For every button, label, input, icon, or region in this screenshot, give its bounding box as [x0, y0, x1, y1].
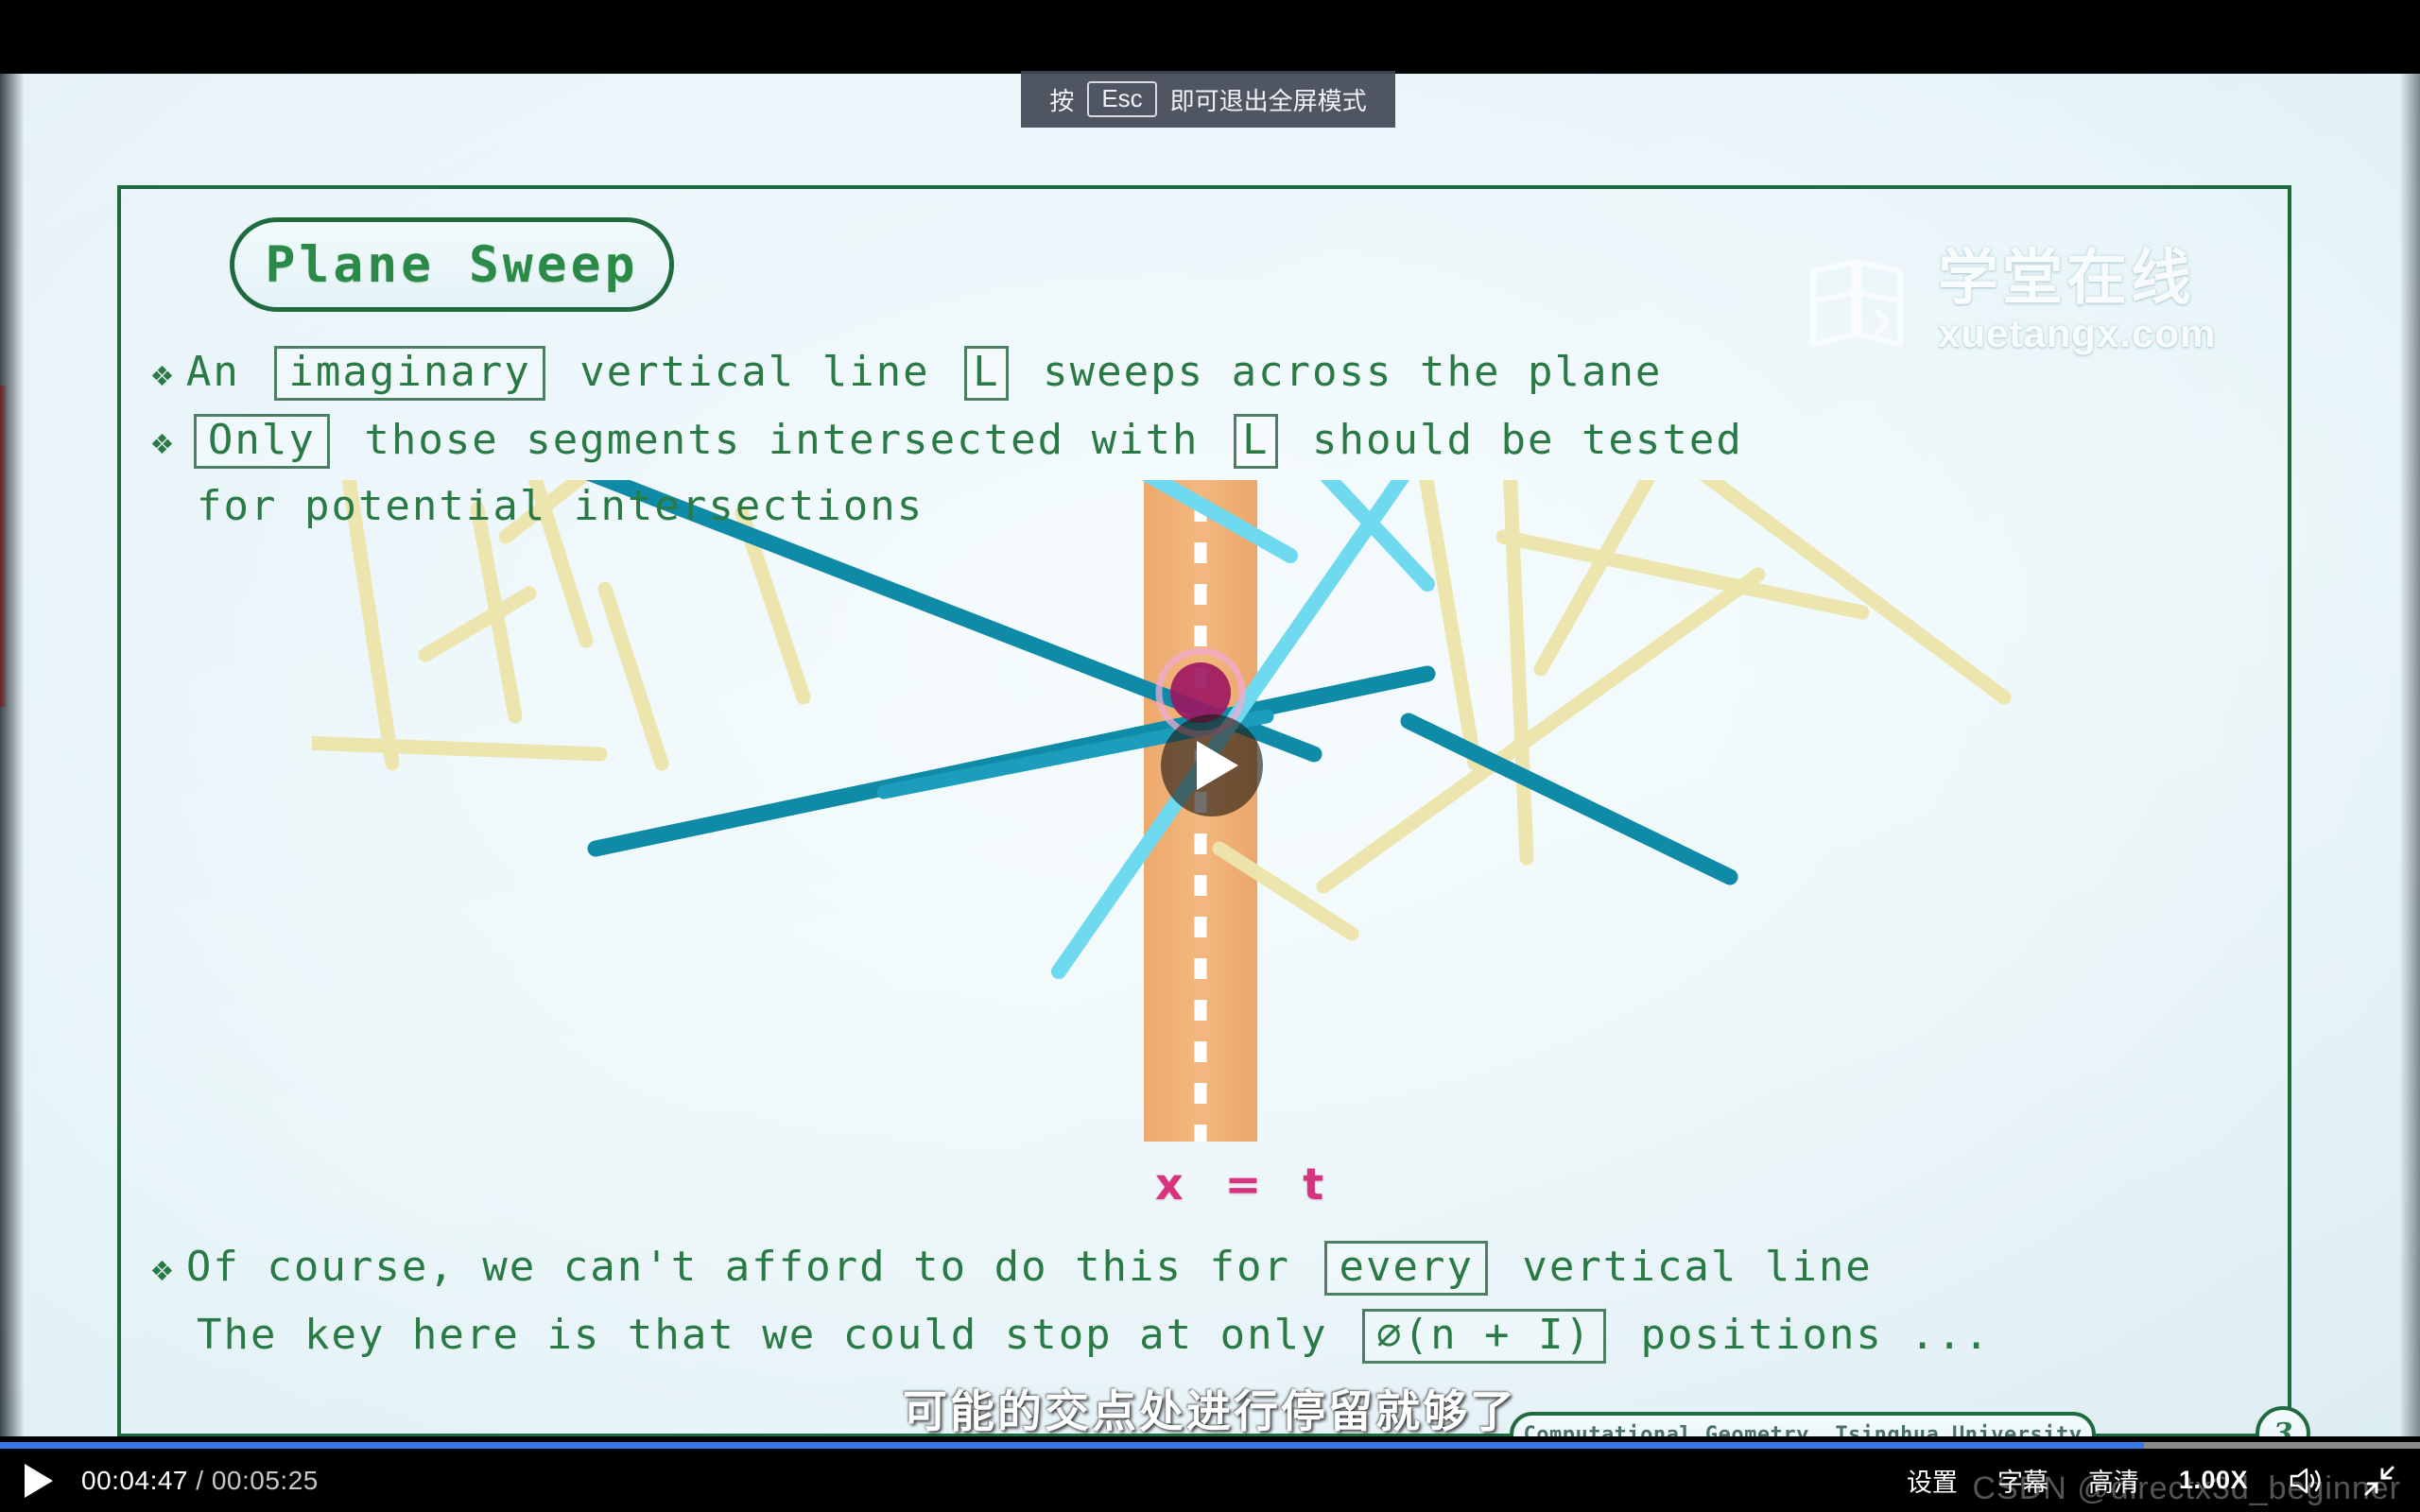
bullet-line: ❖ Of course, we can't afford to do this f… — [151, 1241, 2231, 1297]
slide-edge-shadow-right — [2399, 74, 2420, 1446]
bullet-text: An — [185, 348, 268, 396]
play-button[interactable] — [25, 1463, 53, 1498]
boxed-keyword: Only — [193, 414, 330, 470]
settings-button[interactable]: 设置 — [1907, 1462, 1958, 1499]
progress-bar-fill — [0, 1442, 2145, 1449]
page-title: Plane Sweep — [265, 235, 639, 294]
fullscreen-exit-hint: 按 Esc 即可退出全屏模式 — [1021, 71, 1395, 128]
bullet-line: ❖ An imaginary vertical line L sweeps acr… — [151, 346, 2193, 402]
play-overlay-button[interactable] — [1161, 714, 1263, 816]
boxed-keyword: L — [964, 346, 1009, 402]
time-display: 00:04:47 / 00:05:25 — [81, 1466, 319, 1496]
control-bar-left-group: 00:04:47 / 00:05:25 — [0, 1449, 319, 1512]
slide-edge-shadow-left — [0, 74, 25, 1446]
slide-bullets-bottom: ❖ Of course, we can't afford to do this f… — [151, 1241, 2231, 1377]
playback-speed-button[interactable]: 1.00X — [2179, 1466, 2248, 1495]
video-player-fullscreen: Plane Sweep 学堂在线 xuetangx.com ❖ An imagi… — [0, 0, 2420, 1512]
time-separator: / — [196, 1465, 204, 1495]
video-subtitle-text: 可能的交点处进行停留就够了 — [903, 1386, 1517, 1436]
bullet-diamond-icon: ❖ — [151, 352, 175, 394]
bullet-text: vertical line — [552, 348, 958, 396]
letterbox-top — [0, 0, 2420, 74]
progress-bar-track[interactable] — [0, 1442, 2420, 1449]
play-triangle-icon — [1197, 741, 1238, 790]
bullet-diamond-icon: ❖ — [151, 421, 175, 463]
boxed-keyword: every — [1324, 1241, 1488, 1297]
fullscreen-hint-prefix: 按 — [1049, 86, 1075, 115]
slide-title-pill: Plane Sweep — [230, 217, 674, 312]
sweep-line-label: x = t — [1155, 1159, 1338, 1210]
boxed-keyword: ∅(n + I) — [1362, 1309, 1607, 1365]
bullet-text: those segments intersected with — [337, 416, 1227, 465]
slide-edge-red-artifact — [0, 386, 8, 707]
bullet-text: The key here is that we could stop at on… — [197, 1311, 1356, 1360]
bullet-line: ❖ Only those segments intersected with L … — [151, 414, 2193, 470]
bullet-text: vertical line — [1495, 1243, 1873, 1291]
bullet-text: should be tested — [1285, 416, 1743, 465]
logo-text-group: 学堂在线 xuetangx.com — [1938, 248, 2216, 353]
bullet-text: for potential intersections — [197, 482, 925, 531]
current-time: 00:04:47 — [81, 1465, 188, 1495]
bullet-line: for potential intersections — [151, 482, 2193, 530]
volume-icon[interactable] — [2288, 1466, 2324, 1496]
bullet-line: The key here is that we could stop at on… — [151, 1309, 2231, 1365]
plane-sweep-figure — [312, 480, 2203, 1142]
bullet-text: positions ... — [1614, 1311, 1991, 1360]
bullet-diamond-icon: ❖ — [151, 1247, 175, 1289]
exit-fullscreen-button[interactable] — [2363, 1465, 2395, 1497]
bullet-text: Of course, we can't afford to do this fo… — [185, 1243, 1318, 1291]
esc-key-badge: Esc — [1087, 80, 1157, 118]
video-control-bar: 00:04:47 / 00:05:25 设置 字幕 高清 1.00X — [0, 1436, 2420, 1512]
total-time: 00:05:25 — [211, 1465, 319, 1495]
slide-bullets-top: ❖ An imaginary vertical line L sweeps acr… — [151, 346, 2193, 543]
boxed-keyword: imaginary — [274, 346, 545, 402]
boxed-keyword: L — [1234, 414, 1278, 470]
logo-chinese-text: 学堂在线 — [1938, 244, 2195, 312]
bullet-text: sweeps across the plane — [1015, 348, 1663, 396]
book-logo-icon — [1796, 240, 1917, 361]
subtitles-button[interactable]: 字幕 — [1997, 1462, 2048, 1499]
control-bar-right-group: 设置 字幕 高清 1.00X — [1907, 1449, 2420, 1512]
quality-button[interactable]: 高清 — [2088, 1462, 2139, 1499]
fullscreen-hint-suffix: 即可退出全屏模式 — [1169, 86, 1367, 115]
